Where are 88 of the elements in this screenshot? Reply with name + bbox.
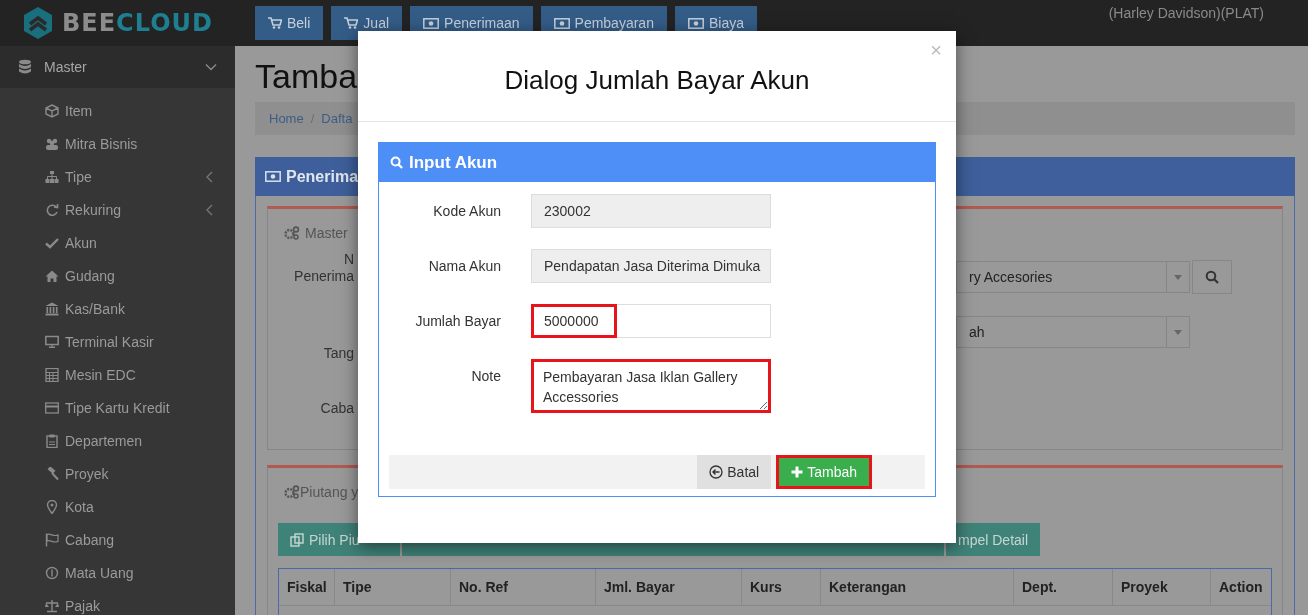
sidebar-section[interactable]: Master <box>0 46 235 88</box>
sidebar-item[interactable]: Kota <box>0 490 235 523</box>
column-header: Fiskal <box>279 569 335 605</box>
sidebar-item[interactable]: Tipe Kartu Kredit <box>0 391 235 424</box>
dialog-title: Dialog Jumlah Bayar Akun <box>504 64 810 96</box>
input-field[interactable]: 5000000 <box>531 304 771 338</box>
column-header: Dept. <box>1014 569 1113 605</box>
user-name: (Harley Davidson)(PLAT) <box>1108 5 1264 21</box>
sidebar-item[interactable]: Tipe <box>0 160 235 193</box>
gears-icon <box>284 485 300 499</box>
box-title: Master <box>305 225 348 241</box>
bank-icon <box>45 301 59 316</box>
sidebar-item[interactable]: Item <box>0 94 235 127</box>
database-icon <box>18 59 32 75</box>
cube-icon <box>45 103 59 118</box>
banknote-icon <box>553 17 570 29</box>
refresh-icon <box>45 202 59 217</box>
cancel-button[interactable]: Batal <box>697 455 772 489</box>
sidebar-item[interactable]: Rekuring <box>0 193 235 226</box>
flag-icon <box>45 532 59 547</box>
monitor-icon <box>45 334 59 349</box>
sidebar-item[interactable]: Pajak <box>0 589 235 615</box>
field-label: N <box>343 251 354 268</box>
readonly-field[interactable]: 230002 <box>531 194 771 228</box>
map-pin-icon <box>45 499 59 514</box>
column-header: No. Ref <box>451 569 596 605</box>
add-button[interactable]: Tambah <box>776 455 872 489</box>
column-header: Tipe <box>335 569 451 605</box>
logo-text: BEECLOUD <box>62 9 213 37</box>
nav-button[interactable]: Beli <box>255 6 324 40</box>
plus-icon <box>791 466 804 478</box>
panel-title: Penerima <box>286 167 359 186</box>
scale-icon <box>45 598 59 613</box>
dropdown-icon <box>1174 329 1182 335</box>
field-label: Penerima <box>294 268 354 285</box>
sidebar-item[interactable]: Gudang <box>0 259 235 292</box>
field-label: Note <box>470 367 501 386</box>
column-header: Action <box>1218 578 1264 597</box>
search-icon <box>390 156 403 169</box>
cart-icon <box>268 17 282 29</box>
field-label: Jumlah Bayar <box>414 312 501 331</box>
toolbar-button[interactable]: mpel Detail <box>946 523 1041 556</box>
logo-icon <box>22 6 54 40</box>
clipboard-icon <box>45 433 59 448</box>
gavel-icon <box>45 466 59 481</box>
back-arrow-icon <box>709 465 724 479</box>
select-field[interactable]: ry Accesories <box>956 261 1190 293</box>
column-header: Kurs <box>742 569 821 605</box>
sidebar-item[interactable]: Departemen <box>0 424 235 457</box>
gears-icon <box>284 226 300 240</box>
home-icon <box>45 268 59 283</box>
sidebar-item[interactable]: Cabang <box>0 523 235 556</box>
search-button[interactable] <box>1192 260 1232 294</box>
sidebar-item[interactable]: Mata Uang <box>0 556 235 589</box>
cart-icon <box>344 17 359 29</box>
calculator-icon <box>45 367 59 382</box>
credit-card-icon <box>45 400 59 415</box>
sitemap-icon <box>45 169 59 184</box>
readonly-field[interactable]: Pendapatan Jasa Diterima Dimuka <box>531 249 771 283</box>
sidebar-item[interactable]: Proyek <box>0 457 235 490</box>
copy-icon <box>290 532 304 547</box>
dropdown-icon <box>1174 274 1182 280</box>
banknote-icon <box>423 17 440 29</box>
column-header: Proyek <box>1113 569 1211 605</box>
panel-title: Input Akun <box>409 152 498 173</box>
section-label: Master <box>44 59 87 75</box>
sidebar-item[interactable]: Akun <box>0 226 235 259</box>
sidebar-item[interactable]: Mesin EDC <box>0 358 235 391</box>
box-title: Piutang y <box>300 484 359 500</box>
check-icon <box>45 235 59 250</box>
column-header: Jml. Bayar <box>596 569 742 605</box>
field-label: Tang <box>323 345 354 362</box>
coin-icon <box>45 565 59 580</box>
column-header: Keterangan <box>821 569 1014 605</box>
banknote-icon <box>265 171 281 182</box>
search-icon <box>1205 270 1219 284</box>
people-icon <box>45 136 59 151</box>
page-title: Tamba <box>255 56 358 96</box>
field-label: Nama Akun <box>427 257 501 276</box>
sidebar-item[interactable]: Mitra Bisnis <box>0 127 235 160</box>
field-label: Caba <box>320 400 354 417</box>
breadcrumb-separator: / <box>310 111 315 126</box>
sidebar-item[interactable]: Kas/Bank <box>0 292 235 325</box>
sidebar-item[interactable]: Terminal Kasir <box>0 325 235 358</box>
banknote-icon <box>687 17 704 29</box>
note-field[interactable]: Pembayaran Jasa Iklan Gallery Accessories <box>531 359 771 413</box>
select-field[interactable]: ah <box>956 316 1190 348</box>
field-label: Kode Akun <box>432 202 501 221</box>
